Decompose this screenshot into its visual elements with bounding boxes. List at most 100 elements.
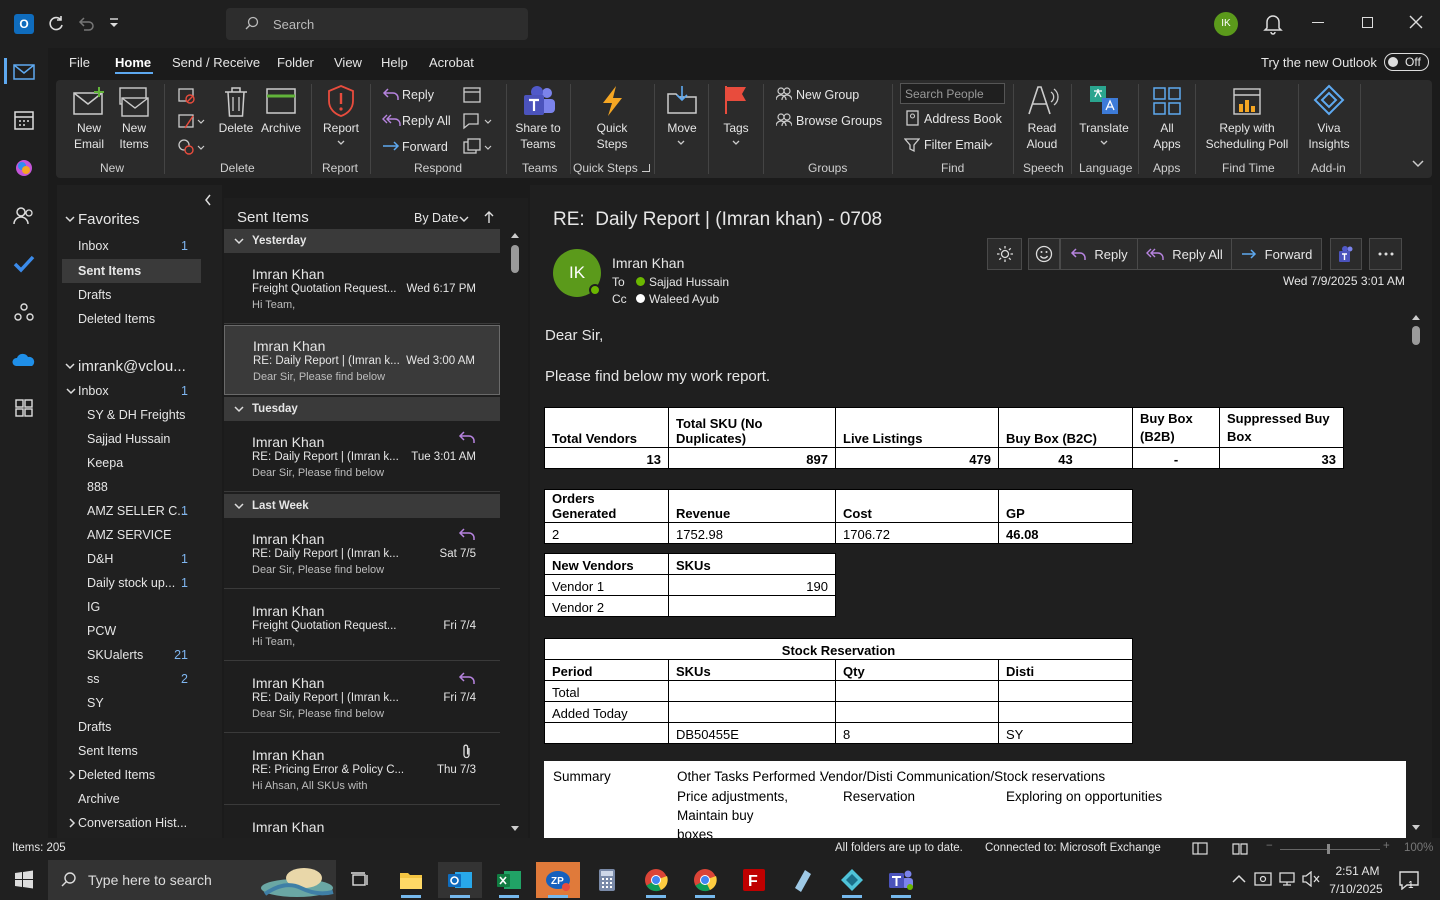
subfolder-item[interactable]: SY & DH Freights: [87, 408, 185, 422]
outlook-taskbar-icon[interactable]: [438, 862, 482, 898]
reply-all-button[interactable]: Reply All: [402, 114, 451, 128]
scroll-down-icon[interactable]: [510, 825, 520, 833]
fav-drafts[interactable]: Drafts: [78, 288, 111, 302]
reading-scrollbar[interactable]: [1409, 311, 1423, 835]
filezilla-icon[interactable]: F: [732, 862, 776, 898]
search-box[interactable]: Search: [226, 8, 528, 40]
normal-view-icon[interactable]: [1192, 842, 1208, 855]
chevron-right-icon[interactable]: [68, 818, 76, 828]
sort-by-button[interactable]: By Date: [414, 211, 458, 225]
chevron-down-icon[interactable]: [66, 387, 76, 395]
fav-inbox[interactable]: Inbox: [78, 239, 109, 253]
app-diamond-icon[interactable]: [830, 862, 874, 898]
task-view-icon[interactable]: [338, 862, 382, 898]
subfolder-item[interactable]: SY: [87, 696, 104, 710]
sort-direction-icon[interactable]: [484, 210, 494, 224]
minimize-button[interactable]: [1312, 22, 1324, 23]
move-dropdown-icon[interactable]: [677, 140, 685, 146]
folder-conversation-history[interactable]: Conversation Hist...: [78, 816, 187, 830]
list-item[interactable]: Imran Khan Freight Quotation Request... Hi…: [224, 591, 500, 661]
subfolder-item[interactable]: 888: [87, 480, 108, 494]
chrome-icon[interactable]: [634, 862, 678, 898]
scroll-thumb[interactable]: [1412, 326, 1420, 345]
show-hidden-icons-icon[interactable]: [1232, 874, 1246, 884]
list-item[interactable]: Imran Khan RE: Pricing Error & Policy C..…: [224, 735, 500, 805]
brightness-button[interactable]: [987, 238, 1022, 270]
chrome-profile-icon[interactable]: [683, 862, 727, 898]
file-explorer-icon[interactable]: [389, 862, 433, 898]
sync-icon[interactable]: [46, 14, 66, 34]
cleanup-icon[interactable]: [177, 112, 205, 130]
excel-taskbar-icon[interactable]: [487, 862, 531, 898]
list-item[interactable]: Imran Khan: [224, 807, 500, 838]
user-avatar[interactable]: IK: [1214, 12, 1238, 36]
calculator-icon[interactable]: [585, 862, 629, 898]
tags-button[interactable]: Tags: [714, 120, 758, 136]
fav-sent-items[interactable]: Sent Items: [78, 264, 141, 278]
taskbar-date[interactable]: 7/10/2025: [1326, 882, 1386, 896]
translate-dropdown-icon[interactable]: [1100, 140, 1108, 146]
taskbar-search[interactable]: Type here to search: [48, 860, 336, 900]
mail-icon[interactable]: [10, 58, 38, 86]
new-email-button[interactable]: New Email: [68, 120, 110, 152]
todo-icon[interactable]: [10, 250, 38, 278]
zoom-slider-thumb[interactable]: [1327, 844, 1330, 854]
zoom-slider[interactable]: [1280, 849, 1380, 850]
move-button[interactable]: Move: [660, 120, 704, 136]
subfolder-item[interactable]: Keepa: [87, 456, 123, 470]
to-recipient[interactable]: Sajjad Hussain: [649, 275, 729, 289]
list-item[interactable]: Imran Khan Freight Quotation Request... Hi…: [224, 254, 500, 324]
meet-now-icon[interactable]: [1254, 871, 1272, 887]
subfolder-item[interactable]: D&H: [87, 552, 113, 566]
reading-reply-all-button[interactable]: Reply All: [1137, 238, 1232, 270]
app-icon[interactable]: [781, 862, 825, 898]
scroll-thumb[interactable]: [511, 245, 519, 273]
more-respond-icon[interactable]: [462, 138, 492, 156]
zoho-taskbar-icon[interactable]: ZP: [536, 862, 580, 898]
customize-qat-icon[interactable]: [108, 16, 120, 30]
more-apps-icon[interactable]: [10, 394, 38, 422]
zoom-out-button[interactable]: −: [1266, 840, 1273, 852]
subfolder-item[interactable]: Daily stock up...: [87, 576, 175, 590]
bell-icon[interactable]: [1263, 13, 1283, 35]
list-item[interactable]: Imran Khan RE: Daily Report | (Imran k...…: [224, 519, 500, 589]
chevron-down-icon[interactable]: [234, 405, 244, 413]
quick-steps-launcher-icon[interactable]: [642, 164, 650, 172]
new-items-button[interactable]: New Items: [112, 120, 156, 152]
address-book-button[interactable]: Address Book: [924, 112, 1002, 126]
meeting-reply-icon[interactable]: [462, 86, 482, 104]
tab-acrobat[interactable]: Acrobat: [429, 55, 474, 70]
reading-forward-button[interactable]: Forward: [1231, 238, 1322, 270]
restore-button[interactable]: [1362, 17, 1373, 28]
chevron-down-icon[interactable]: [65, 362, 75, 370]
copilot-icon[interactable]: [10, 154, 38, 182]
chevron-down-icon[interactable]: [65, 215, 75, 223]
group-header-tuesday[interactable]: Tuesday: [224, 397, 500, 421]
folder-archive[interactable]: Archive: [78, 792, 120, 806]
subfolder-item[interactable]: Sajjad Hussain: [87, 432, 170, 446]
sort-dropdown-icon[interactable]: [459, 215, 469, 223]
tab-help[interactable]: Help: [381, 55, 408, 70]
reaction-button[interactable]: [1028, 238, 1060, 270]
teams-share-button[interactable]: [1330, 238, 1362, 270]
close-button[interactable]: [1408, 14, 1424, 30]
delete-button[interactable]: Delete: [216, 120, 256, 136]
junk-icon[interactable]: [177, 138, 205, 156]
taskbar-time[interactable]: 2:51 AM: [1330, 864, 1385, 878]
translate-button[interactable]: Translate: [1078, 120, 1130, 136]
tab-file[interactable]: File: [69, 55, 90, 70]
tab-send-receive[interactable]: Send / Receive: [172, 55, 260, 70]
folder-drafts[interactable]: Drafts: [78, 720, 111, 734]
reading-view-icon[interactable]: [1232, 842, 1248, 855]
scroll-up-icon[interactable]: [1411, 313, 1421, 321]
collapse-ribbon-icon[interactable]: [1412, 160, 1424, 168]
tab-folder[interactable]: Folder: [277, 55, 314, 70]
reply-button[interactable]: Reply: [402, 88, 434, 102]
list-item[interactable]: Imran Khan RE: Daily Report | (Imran k...…: [224, 663, 500, 733]
new-group-button[interactable]: New Group: [796, 88, 859, 102]
share-to-teams-button[interactable]: Share to Teams: [512, 120, 564, 152]
windows-start-icon[interactable]: [14, 870, 34, 890]
read-aloud-button[interactable]: Read Aloud: [1020, 120, 1064, 152]
network-icon[interactable]: [1278, 871, 1296, 887]
subfolder-item[interactable]: PCW: [87, 624, 116, 638]
